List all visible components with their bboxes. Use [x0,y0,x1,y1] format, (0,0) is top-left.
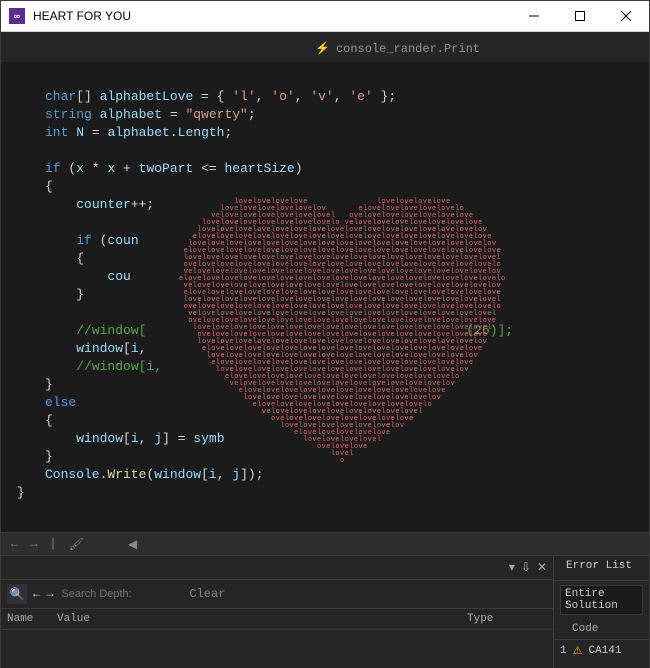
chev-icon[interactable]: ◀ [128,537,137,552]
close-button[interactable] [603,1,649,31]
brush-icon[interactable]: 🖌 [69,537,84,552]
watch-columns: Name Value Type [1,609,553,630]
search-input[interactable] [59,587,183,601]
search-icon[interactable]: 🔍 [7,584,27,604]
error-list-panel: Error List Entire Solution Code 1 ⚠ CA14… [553,555,649,668]
error-count: 1 [560,645,567,657]
col-type[interactable]: Type [467,613,547,625]
error-filter[interactable]: Entire Solution [560,585,643,615]
nav-back-icon[interactable]: ← [11,537,18,551]
tab-label: console_rander.Print [336,42,480,56]
panel-drop-icon[interactable]: ▾ [509,560,515,575]
nav-strip: ← → | 🖌 ◀ [1,532,649,555]
tab-file[interactable]: ⚡ console_rander.Print [301,35,494,62]
search-back-icon[interactable]: ← [33,587,40,601]
err-col-code[interactable]: Code [572,623,643,635]
tab-strip: ⚡ console_rander.Print [1,32,649,62]
search-fwd-icon[interactable]: → [46,587,53,601]
window-title: HEART FOR YOU [33,9,511,23]
app-logo-icon: ∞ [9,8,25,24]
nav-sep: | [49,537,56,551]
code-editor[interactable]: char[] alphabetLove = { 'l', 'o', 'v', '… [1,62,649,532]
lightning-icon: ⚡ [315,41,330,56]
error-list-title: Error List [560,560,638,576]
title-bar: ∞ HEART FOR YOU [1,1,649,32]
col-name[interactable]: Name [7,613,57,625]
panel-close-icon[interactable]: ✕ [537,560,547,575]
maximize-button[interactable] [557,1,603,31]
col-value[interactable]: Value [57,613,467,625]
ascii-heart: lovelovelovelove lovelovelovelove lovelo… [156,199,524,514]
watch-panel: ▾ ⇩ ✕ 🔍 ← → Clear Name Value Type [1,555,553,668]
minimize-button[interactable] [511,1,557,31]
warning-icon: ⚠ [573,644,583,658]
gutter [1,62,45,532]
panel-pin-icon[interactable]: ⇩ [521,560,531,575]
clear-button[interactable]: Clear [189,587,225,601]
error-code: CA141 [588,645,621,657]
err-col-blank[interactable] [560,623,572,635]
nav-fwd-icon[interactable]: → [30,537,37,551]
error-row[interactable]: 1 ⚠ CA141 [554,640,649,662]
